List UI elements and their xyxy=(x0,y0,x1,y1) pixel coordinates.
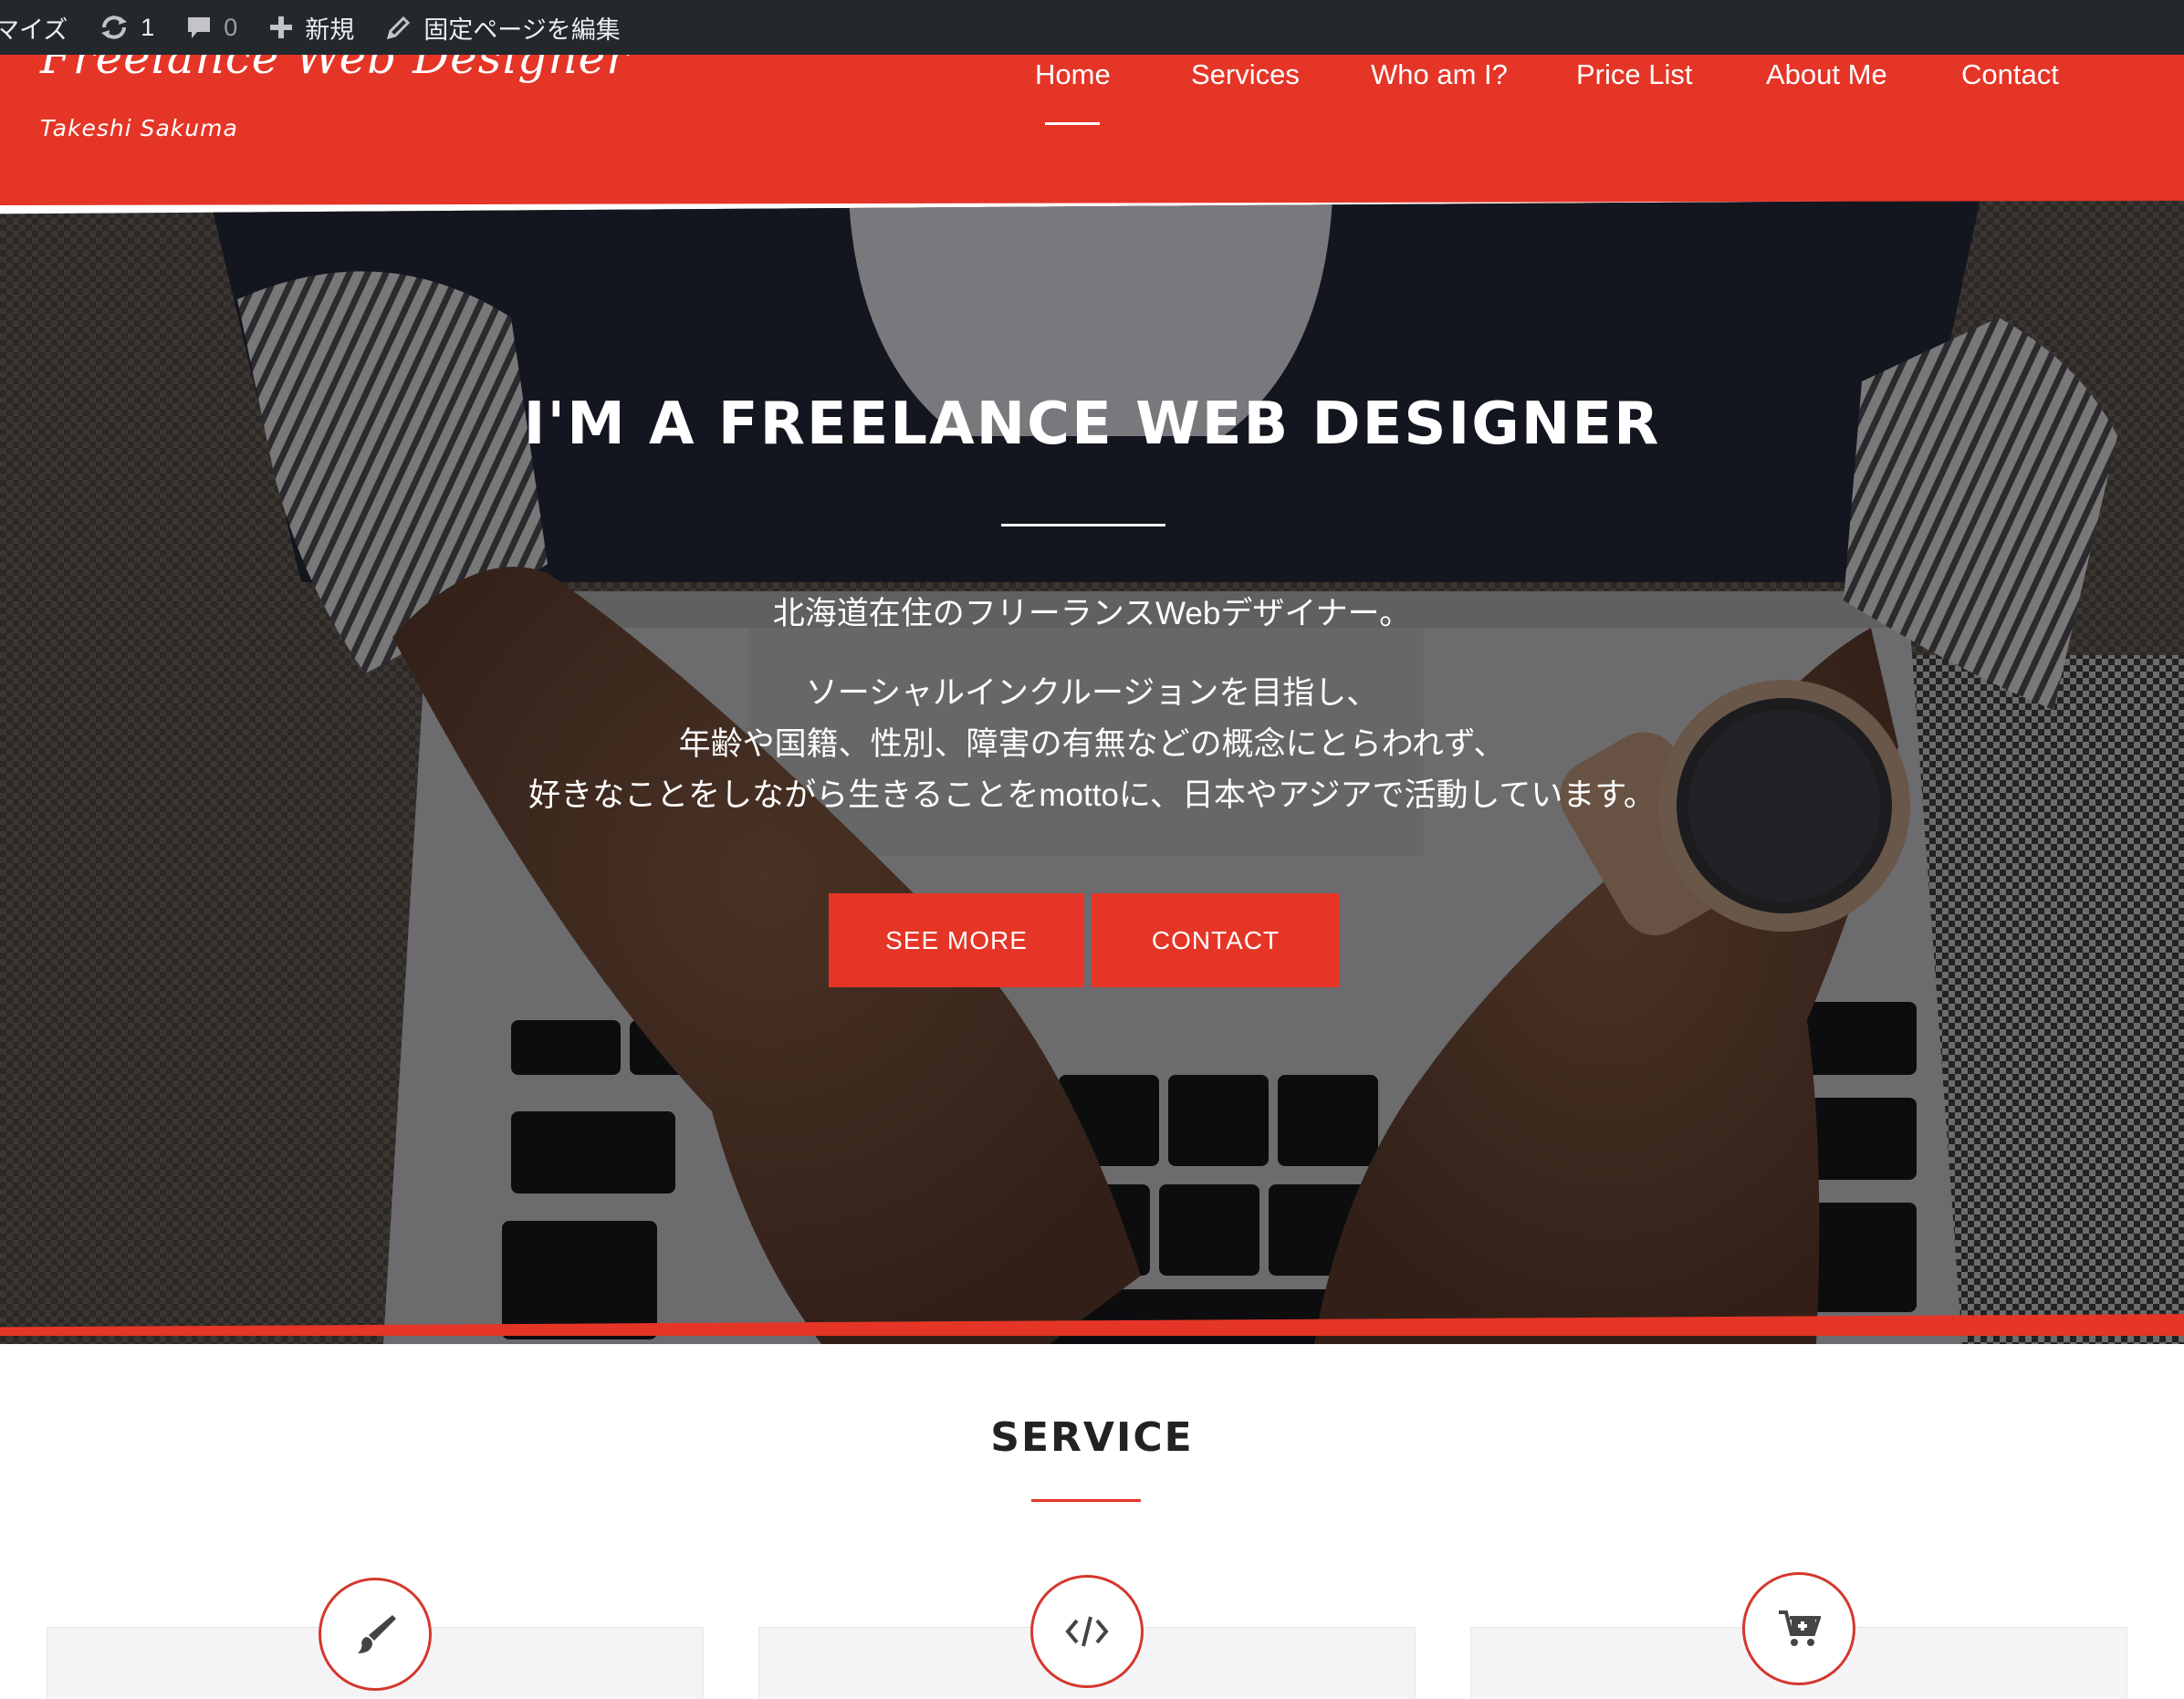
nav-item-about-me[interactable]: About Me xyxy=(1766,55,1887,146)
site-tagline: Takeshi Sakuma xyxy=(40,115,238,141)
nav-item-contact[interactable]: Contact xyxy=(1961,55,2059,146)
nav-item-price-list[interactable]: Price List xyxy=(1576,55,1692,146)
new-content-link[interactable]: 新規 xyxy=(268,0,354,55)
code-icon xyxy=(1030,1575,1144,1688)
nav-item-label: About Me xyxy=(1766,58,1887,90)
site-header: Freelance Web Designer Takeshi Sakuma Ho… xyxy=(0,55,2184,205)
see-more-button[interactable]: SEE MORE xyxy=(829,893,1084,987)
updates-link[interactable]: 1 xyxy=(99,0,154,55)
hero-body-text: ソーシャルインクルージョンを目指し、 年齢や国籍、性別、障害の有無などの概念にと… xyxy=(0,668,2184,821)
site-title[interactable]: Freelance Web Designer xyxy=(40,55,629,84)
nav-active-indicator xyxy=(1045,122,1101,125)
hero-divider xyxy=(1001,524,1165,526)
nav-item-who-am-i[interactable]: Who am I? xyxy=(1371,55,1508,146)
hero-lead-text: 北海道在住のフリーランスWebデザイナー。 xyxy=(772,596,1412,631)
nav-item-label: Who am I? xyxy=(1371,58,1508,90)
nav-item-home[interactable]: Home xyxy=(1035,55,1111,146)
nav-item-label: Contact xyxy=(1961,58,2059,90)
hero-title: I'M A FREELANCE WEB DESIGNER xyxy=(523,391,1661,458)
nav-item-label: Price List xyxy=(1576,58,1693,90)
plus-icon xyxy=(268,15,294,40)
hero-body-line: 好きなことをしながら生きることをmottoに、日本やアジアで活動しています。 xyxy=(528,777,1656,813)
service-section-title: SERVICE xyxy=(990,1414,1194,1461)
admin-bar: マイズ 1 0 新規 固定ページを編集 xyxy=(0,0,2184,55)
nav-item-services[interactable]: Services xyxy=(1191,55,1300,146)
comments-link[interactable]: 0 xyxy=(185,0,237,55)
refresh-icon xyxy=(99,14,130,41)
pencil-icon xyxy=(385,14,413,41)
customize-label: マイズ xyxy=(0,16,68,44)
cart-icon xyxy=(1742,1572,1855,1685)
nav-item-label: Home xyxy=(1035,58,1111,90)
nav-item-label: Services xyxy=(1191,58,1300,90)
hero-body-line: 年齢や国籍、性別、障害の有無などの概念にとらわれず、 xyxy=(678,726,1506,762)
edit-page-link[interactable]: 固定ページを編集 xyxy=(385,0,621,55)
new-label: 新規 xyxy=(305,16,355,44)
customize-link[interactable]: マイズ xyxy=(0,0,68,55)
service-divider xyxy=(1031,1499,1141,1502)
updates-count: 1 xyxy=(141,13,155,41)
comment-icon xyxy=(185,14,213,41)
comments-count: 0 xyxy=(224,13,238,41)
contact-button[interactable]: CONTACT xyxy=(1092,893,1340,987)
hero-body-line: ソーシャルインクルージョンを目指し、 xyxy=(805,675,1379,711)
edit-page-label: 固定ページを編集 xyxy=(423,16,621,44)
paintbrush-icon xyxy=(319,1578,432,1691)
